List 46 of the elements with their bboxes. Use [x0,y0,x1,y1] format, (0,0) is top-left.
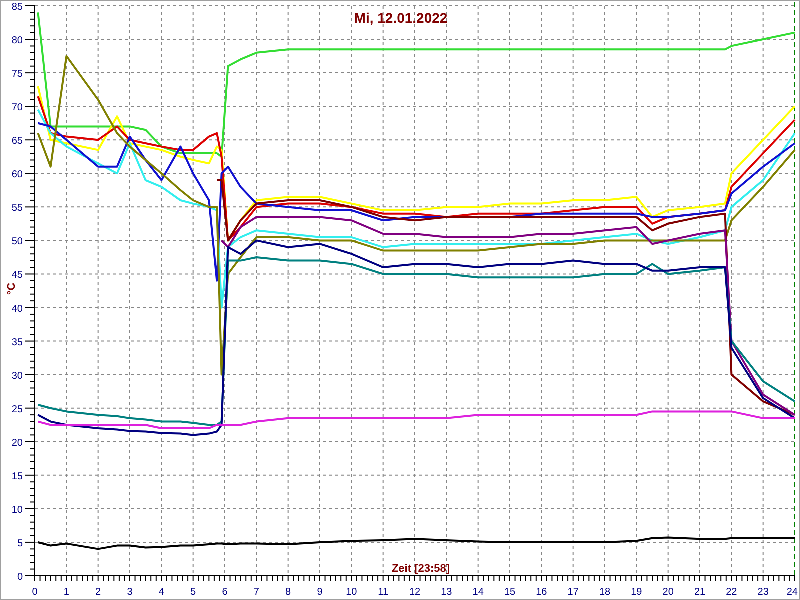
x-tick-label: 21 [694,587,706,598]
x-tick-label: 10 [346,587,358,598]
x-tick-label: 24 [786,587,798,598]
y-axis-title: °C [6,282,18,296]
x-tick-label: 14 [472,587,484,598]
y-tick-label: 70 [12,102,23,114]
x-tick-label: 23 [758,587,769,598]
x-tick-label: 13 [441,587,452,598]
x-tick-label: 17 [568,587,579,598]
x-tick-label: 8 [286,587,292,598]
x-tick-label: 6 [222,587,228,598]
y-tick-label: 35 [12,337,23,348]
y-tick-label: 50 [12,236,23,248]
x-tick-label: 3 [127,587,133,598]
y-tick-label: 55 [12,203,23,214]
y-tick-label: 5 [17,538,23,550]
y-tick-label: 30 [12,370,23,382]
y-tick-label: 65 [12,136,23,148]
x-tick-label: 9 [317,587,323,598]
x-tick-label: 16 [536,587,548,598]
y-tick-label: 75 [12,69,23,80]
x-tick-label: 5 [190,587,196,598]
y-tick-label: 10 [12,504,23,516]
y-tick-label: 60 [12,170,23,181]
y-tick-label: 20 [12,438,23,449]
x-tick-label: 19 [631,587,642,598]
chart-title: Mi, 12.01.2022 [354,10,448,26]
x-tick-label: 18 [599,587,611,598]
y-tick-label: 40 [12,304,23,315]
x-tick-label: 4 [158,587,164,598]
x-tick-label: 22 [726,587,738,598]
x-tick-label: 12 [409,587,421,598]
x-tick-label: 15 [504,587,516,598]
x-tick-label: 20 [662,587,674,598]
y-tick-label: 45 [12,270,23,282]
x-tick-label: 2 [96,587,102,598]
x-tick-label: 1 [64,587,70,598]
y-tick-label: 80 [12,36,23,47]
y-tick-label: 0 [17,572,23,583]
y-tick-label: 85 [12,2,23,13]
x-tick-label: 0 [32,587,38,598]
x-axis-title: Zeit [23:58] [392,563,450,575]
x-tick-label: 7 [254,587,260,598]
y-tick-label: 15 [12,471,23,482]
y-tick-label: 25 [12,404,23,416]
x-tick-label: 11 [378,587,389,598]
